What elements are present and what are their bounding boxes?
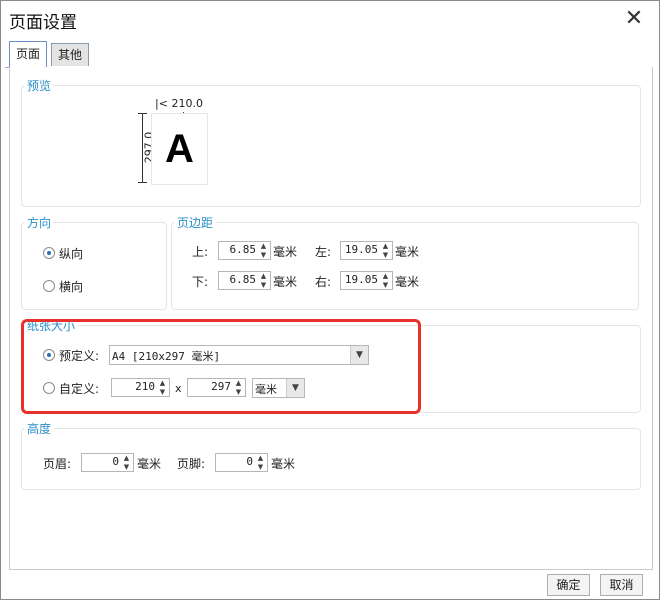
dialog-title: 页面设置 [9, 13, 77, 33]
margin-left-input[interactable]: 19.05 ▲ ▼ [340, 241, 393, 260]
portrait-radio[interactable] [43, 247, 55, 259]
predefined-size-select[interactable]: A4 [210x297 毫米] ▼ [109, 345, 369, 365]
margins-group [171, 222, 639, 310]
footer-height-input[interactable]: 0 ▲ ▼ [215, 453, 268, 472]
margin-right-unit: 毫米 [395, 275, 420, 289]
header-height-input[interactable]: 0 ▲ ▼ [81, 453, 134, 472]
ok-button[interactable]: 确定 [547, 574, 590, 596]
chevron-down-icon[interactable]: ▼ [286, 379, 304, 397]
title-bar: 页面设置 ✕ [1, 1, 659, 38]
spin-down-icon[interactable]: ▼ [380, 251, 391, 259]
margin-bottom-label: 下: [192, 275, 209, 289]
margin-top-unit: 毫米 [273, 245, 298, 259]
margin-left-unit: 毫米 [395, 245, 420, 259]
paper-size-group [21, 325, 641, 413]
spin-down-icon[interactable]: ▼ [380, 281, 391, 289]
custom-radio[interactable] [43, 382, 55, 394]
spin-down-icon[interactable]: ▼ [258, 281, 269, 289]
custom-unit-select[interactable]: 毫米 ▼ [252, 378, 305, 398]
spin-down-icon[interactable]: ▼ [157, 388, 168, 396]
spin-up-icon[interactable]: ▲ [233, 379, 244, 387]
spin-up-icon[interactable]: ▲ [255, 454, 266, 462]
margin-left-label: 左: [315, 245, 332, 259]
custom-label[interactable]: 自定义: [59, 380, 99, 397]
margin-top-input[interactable]: 6.85 ▲ ▼ [218, 241, 271, 260]
margin-right-label: 右: [315, 275, 332, 289]
tab-page[interactable]: 页面 [9, 41, 48, 67]
custom-width-input[interactable]: 210 ▲ ▼ [111, 378, 170, 397]
spin-down-icon[interactable]: ▼ [233, 388, 244, 396]
preview-legend: 预览 [24, 77, 55, 94]
spin-up-icon[interactable]: ▲ [157, 379, 168, 387]
header-unit: 毫米 [137, 457, 162, 471]
preview-page: A [151, 113, 208, 185]
margin-bottom-input[interactable]: 6.85 ▲ ▼ [218, 271, 271, 290]
predefined-label[interactable]: 预定义: [59, 347, 99, 364]
height-legend: 高度 [24, 420, 55, 437]
spin-down-icon[interactable]: ▼ [121, 463, 132, 471]
footer-unit: 毫米 [271, 457, 296, 471]
spin-down-icon[interactable]: ▼ [258, 251, 269, 259]
margins-legend: 页边距 [174, 214, 217, 231]
paper-size-legend: 纸张大小 [24, 317, 79, 334]
header-label: 页眉: [43, 457, 72, 471]
tab-strip: 页面 其他 [5, 39, 653, 68]
spin-up-icon[interactable]: ▲ [121, 454, 132, 462]
orientation-group [21, 222, 167, 310]
spin-up-icon[interactable]: ▲ [258, 242, 269, 250]
spin-up-icon[interactable]: ▲ [258, 272, 269, 280]
orientation-legend: 方向 [24, 214, 55, 231]
custom-height-input[interactable]: 297 ▲ ▼ [187, 378, 246, 397]
margin-top-label: 上: [192, 245, 209, 259]
height-tick-bottom [138, 182, 147, 183]
tab-other[interactable]: 其他 [51, 43, 90, 66]
spin-up-icon[interactable]: ▲ [380, 272, 391, 280]
spin-down-icon[interactable]: ▼ [255, 463, 266, 471]
custom-size-separator: x [175, 382, 182, 395]
close-icon[interactable]: ✕ [620, 5, 648, 33]
landscape-radio[interactable] [43, 280, 55, 292]
page-setup-dialog: 页面设置 ✕ 页面 其他 预览 |< 210.0 >| 297.0 A 方向 纵… [0, 0, 660, 600]
predefined-radio[interactable] [43, 349, 55, 361]
footer-label: 页脚: [177, 457, 206, 471]
margin-bottom-unit: 毫米 [273, 275, 298, 289]
landscape-label[interactable]: 横向 [59, 278, 83, 295]
margin-right-input[interactable]: 19.05 ▲ ▼ [340, 271, 393, 290]
chevron-down-icon[interactable]: ▼ [350, 346, 368, 364]
preview-group [21, 85, 641, 207]
portrait-label[interactable]: 纵向 [59, 245, 83, 262]
cancel-button[interactable]: 取消 [600, 574, 643, 596]
spin-up-icon[interactable]: ▲ [380, 242, 391, 250]
